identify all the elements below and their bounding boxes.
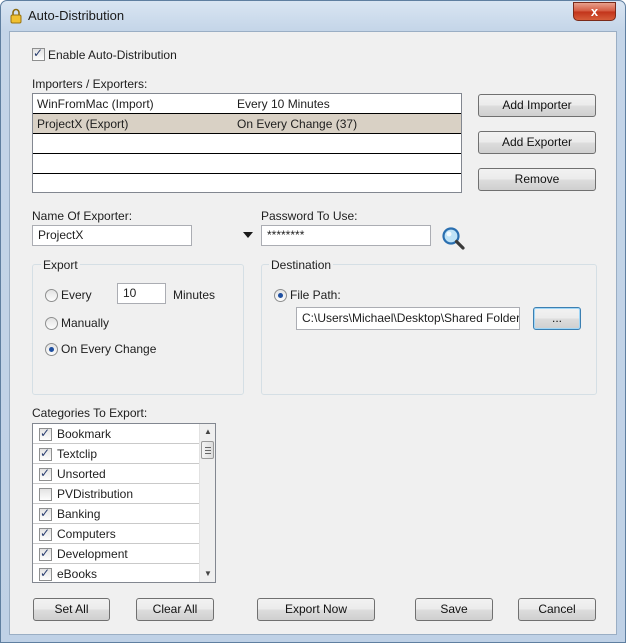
category-checkbox[interactable] <box>39 526 52 541</box>
name-of-exporter-field[interactable]: ProjectX <box>32 225 192 246</box>
cancel-button[interactable]: Cancel <box>518 598 596 621</box>
export-group-title: Export <box>41 258 80 272</box>
add-exporter-button[interactable]: Add Exporter <box>478 131 596 154</box>
name-of-exporter-label: Name Of Exporter: <box>32 209 133 223</box>
window-title: Auto-Distribution <box>28 8 125 23</box>
browse-button[interactable]: ... <box>533 307 581 330</box>
title-bar[interactable]: Auto-Distribution x <box>1 1 625 31</box>
scroll-down-arrow-icon[interactable]: ▼ <box>200 566 215 582</box>
password-label: Password To Use: <box>261 209 358 223</box>
list-item[interactable]: PVDistribution <box>33 484 201 504</box>
scroll-thumb[interactable] <box>201 441 214 459</box>
file-path-field[interactable]: C:\Users\Michael\Desktop\Shared Folder <box>296 307 520 330</box>
grid-cell-schedule: On Every Change (37) <box>237 117 358 131</box>
category-label: PVDistribution <box>57 487 134 501</box>
list-item[interactable]: Bookmark <box>33 424 201 444</box>
list-item[interactable]: eBooks <box>33 564 201 582</box>
list-item[interactable]: Unsorted <box>33 464 201 484</box>
save-button[interactable]: Save <box>415 598 493 621</box>
enable-auto-distribution-checkbox[interactable] <box>32 46 45 61</box>
list-item[interactable]: Development <box>33 544 201 564</box>
category-checkbox[interactable] <box>39 506 52 521</box>
category-checkbox[interactable] <box>39 446 52 461</box>
manually-label: Manually <box>61 316 110 330</box>
every-label: Every <box>61 288 92 302</box>
categories-label: Categories To Export: <box>32 406 148 420</box>
category-label: Development <box>57 547 128 561</box>
manually-radio[interactable] <box>45 317 58 330</box>
on-every-change-radio[interactable] <box>45 343 58 356</box>
dropdown-arrow-icon[interactable] <box>243 232 253 238</box>
importers-exporters-grid: WinFromMac (Import) Every 10 Minutes Pro… <box>32 93 462 193</box>
grid-row-selected[interactable]: ProjectX (Export) On Every Change (37) <box>33 114 461 134</box>
grid-cell-name: WinFromMac (Import) <box>37 97 154 111</box>
grid-row[interactable] <box>33 134 461 154</box>
category-label: Unsorted <box>57 467 106 481</box>
list-item[interactable]: Banking <box>33 504 201 524</box>
destination-group-title: Destination <box>269 258 334 272</box>
dialog-body: Enable Auto-Distribution Importers / Exp… <box>9 31 617 635</box>
close-button[interactable]: x <box>573 2 616 21</box>
categories-list: Bookmark Textclip Unsorted PVDistributio… <box>32 423 216 583</box>
enable-auto-distribution-label: Enable Auto-Distribution <box>48 48 177 62</box>
grid-cell-name: ProjectX (Export) <box>37 117 129 131</box>
remove-button[interactable]: Remove <box>478 168 596 191</box>
set-all-button[interactable]: Set All <box>33 598 110 621</box>
add-importer-button[interactable]: Add Importer <box>478 94 596 117</box>
file-path-radio[interactable] <box>274 289 287 302</box>
grid-cell-schedule: Every 10 Minutes <box>237 97 330 111</box>
category-label: Textclip <box>57 447 98 461</box>
category-label: Bookmark <box>57 427 112 441</box>
auto-distribution-window: Auto-Distribution x Enable Auto-Distribu… <box>0 0 626 643</box>
clear-all-button[interactable]: Clear All <box>136 598 214 621</box>
list-item[interactable]: Textclip <box>33 444 201 464</box>
minutes-label: Minutes <box>173 288 216 302</box>
category-checkbox[interactable] <box>39 488 52 501</box>
grid-row[interactable] <box>33 154 461 174</box>
password-field[interactable]: ******** <box>261 225 431 246</box>
category-checkbox[interactable] <box>39 566 52 581</box>
category-checkbox[interactable] <box>39 426 52 441</box>
app-lock-icon <box>10 8 22 24</box>
file-path-label: File Path: <box>290 288 341 302</box>
every-minutes-field[interactable]: 10 <box>117 283 166 304</box>
category-label: Computers <box>57 527 116 541</box>
list-item[interactable]: Computers <box>33 524 201 544</box>
category-checkbox[interactable] <box>39 466 52 481</box>
magnifier-icon[interactable] <box>441 226 465 250</box>
on-every-change-label: On Every Change <box>61 342 157 356</box>
category-label: eBooks <box>57 567 98 581</box>
categories-scrollbar[interactable]: ▲ ▼ <box>199 424 215 582</box>
export-now-button[interactable]: Export Now <box>257 598 375 621</box>
scroll-up-arrow-icon[interactable]: ▲ <box>200 424 215 440</box>
every-radio[interactable] <box>45 289 58 302</box>
category-checkbox[interactable] <box>39 546 52 561</box>
grid-row[interactable]: WinFromMac (Import) Every 10 Minutes <box>33 94 461 114</box>
category-label: Banking <box>57 507 101 521</box>
importers-exporters-label: Importers / Exporters: <box>32 77 148 91</box>
